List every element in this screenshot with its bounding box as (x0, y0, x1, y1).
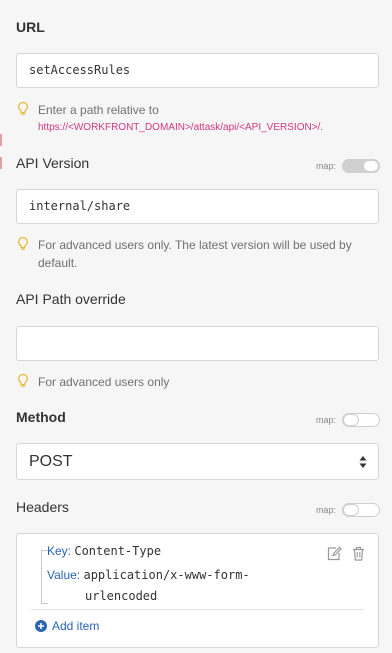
plus-circle-icon (35, 620, 47, 632)
api-version-hint-text: For advanced users only. The latest vers… (38, 238, 352, 270)
header-key-row: Key: Content-Type (47, 544, 161, 558)
headers-list: Key: Content-Type Value: application/x-w… (16, 533, 379, 648)
method-map-toggle[interactable]: map: (316, 413, 380, 427)
api-path-override-hint-text: For advanced users only (38, 375, 170, 389)
sort-arrows-icon (359, 456, 367, 468)
method-selected-value: POST (29, 453, 73, 470)
url-hint-link[interactable]: https://<WORKFRONT_DOMAIN>/attask/api/<A… (38, 119, 366, 137)
header-value-line1: application/x-www-form- (83, 568, 250, 582)
url-hint-text: Enter a path relative to (38, 103, 159, 117)
headers-map-toggle[interactable]: map: (316, 503, 380, 517)
edit-icon[interactable] (326, 546, 342, 561)
edge-marker (0, 157, 2, 169)
key-label: Key: (47, 544, 72, 558)
map-switch[interactable] (342, 159, 380, 173)
value-label: Value: (47, 568, 81, 582)
api-path-override-label: API Path override (16, 291, 126, 307)
edge-marker (0, 134, 2, 146)
trash-icon[interactable] (352, 546, 365, 561)
api-version-hint: For advanced users only. The latest vers… (16, 236, 366, 272)
api-version-input[interactable]: internal/share (16, 189, 379, 224)
header-key-value: Content-Type (74, 544, 162, 558)
api-version-label: API Version (16, 155, 90, 171)
add-item-label: Add item (52, 619, 100, 633)
method-label: Method (16, 409, 66, 425)
headers-label: Headers (16, 499, 69, 515)
map-label: map: (315, 161, 336, 171)
api-path-override-input[interactable] (16, 326, 379, 361)
url-hint: Enter a path relative to https://<WORKFR… (16, 101, 366, 137)
divider (31, 609, 364, 610)
url-label: URL (16, 19, 45, 35)
item-actions (326, 546, 365, 561)
add-item-button[interactable]: Add item (35, 619, 99, 633)
module-settings-panel: URL setAccessRules Enter a path relative… (0, 0, 392, 653)
url-input[interactable]: setAccessRules (16, 53, 379, 88)
lightbulb-icon (18, 101, 28, 115)
lightbulb-icon (18, 236, 28, 250)
map-switch[interactable] (342, 413, 380, 427)
map-label: map: (315, 415, 336, 425)
map-label: map: (315, 505, 336, 515)
header-value-line2: urlencoded (85, 589, 158, 603)
api-path-override-hint: For advanced users only (16, 373, 366, 391)
method-select[interactable]: POST (16, 443, 379, 480)
api-version-map-toggle[interactable]: map: (316, 159, 380, 173)
header-value-row: Value: application/x-www-form- urlencode… (47, 565, 250, 607)
lightbulb-icon (18, 373, 28, 387)
map-switch[interactable] (342, 503, 380, 517)
